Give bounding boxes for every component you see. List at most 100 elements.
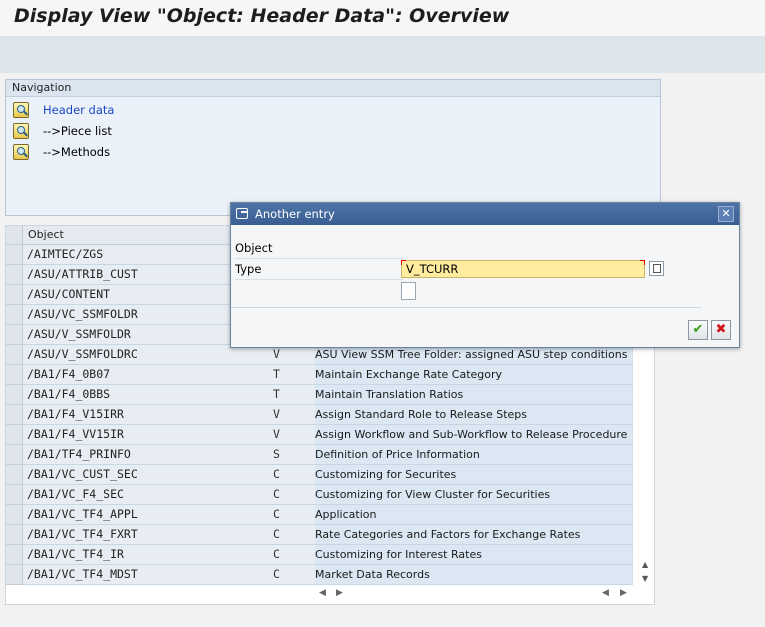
- cell-object[interactable]: /BA1/VC_TF4_APPL: [23, 505, 276, 525]
- nav-item-label[interactable]: -->Methods: [43, 145, 110, 159]
- cell-description[interactable]: ASU View SSM Tree Folder: assigned ASU s…: [315, 345, 633, 365]
- dialog-body: Object V_TCURR Type ✔ ✖: [231, 225, 739, 346]
- cell-type[interactable]: S: [271, 445, 318, 465]
- cell-type[interactable]: C: [271, 545, 318, 565]
- row-selector[interactable]: [6, 285, 23, 305]
- cell-object[interactable]: /BA1/VC_TF4_FXRT: [23, 525, 276, 545]
- object-field-label: Object: [235, 239, 403, 259]
- cell-object[interactable]: /BA1/F4_0BBS: [23, 385, 276, 405]
- row-selector[interactable]: [6, 565, 23, 585]
- cell-description[interactable]: Maintain Translation Ratios: [315, 385, 633, 405]
- cell-object[interactable]: /BA1/VC_CUST_SEC: [23, 465, 276, 485]
- cell-object[interactable]: /BA1/F4_VV15IR: [23, 425, 276, 445]
- row-selector[interactable]: [6, 485, 23, 505]
- navigation-header: Navigation: [6, 80, 660, 97]
- cell-object[interactable]: /BA1/VC_TF4_IR: [23, 545, 276, 565]
- checkmark-icon[interactable]: ✔: [688, 320, 708, 340]
- nav-item-label[interactable]: -->Piece list: [43, 124, 112, 138]
- magnifier-icon[interactable]: [13, 102, 29, 118]
- cell-type[interactable]: C: [271, 465, 318, 485]
- row-selector[interactable]: [6, 365, 23, 385]
- row-selector[interactable]: [6, 385, 23, 405]
- value-help-icon[interactable]: [649, 261, 664, 276]
- table-row[interactable]: /BA1/VC_TF4_FXRT C Rate Categories and Fac…: [6, 525, 638, 545]
- nav-item-label[interactable]: Header data: [43, 103, 114, 117]
- table-row[interactable]: /BA1/VC_TF4_MDST C Market Data Records: [6, 565, 638, 585]
- cell-type[interactable]: T: [271, 365, 318, 385]
- scroll-left-arrow-icon[interactable]: ◀: [602, 588, 609, 598]
- cell-object[interactable]: /ASU/V_SSMFOLDRC: [23, 345, 276, 365]
- cell-type[interactable]: C: [271, 505, 318, 525]
- application-toolbar: [0, 37, 765, 73]
- table-row[interactable]: /BA1/TF4_PRINFO S Definition of Price Info…: [6, 445, 638, 465]
- table-row[interactable]: /BA1/F4_V15IRR V Assign Standard Role to R…: [6, 405, 638, 425]
- magnifier-icon[interactable]: [13, 123, 29, 139]
- row-selector[interactable]: [6, 445, 23, 465]
- scroll-up-arrow-icon[interactable]: ▲: [642, 560, 648, 569]
- cell-object[interactable]: /BA1/F4_0B07: [23, 365, 276, 385]
- horizontal-scrollbar[interactable]: ◀ ▶ ◀ ▶: [6, 586, 654, 602]
- cell-description[interactable]: Assign Workflow and Sub-Workflow to Rele…: [315, 425, 633, 445]
- cell-description[interactable]: Definition of Price Information: [315, 445, 633, 465]
- dialog-divider: [231, 307, 701, 308]
- cell-description[interactable]: Maintain Exchange Rate Category: [315, 365, 633, 385]
- page-title: Display View "Object: Header Data": Over…: [14, 5, 510, 27]
- cell-type[interactable]: C: [271, 525, 318, 545]
- dialog-title: Another entry: [255, 207, 335, 221]
- cell-description[interactable]: Customizing for Securites: [315, 465, 633, 485]
- table-row[interactable]: /BA1/F4_0BBS T Maintain Translation Ratios: [6, 385, 638, 405]
- cell-object[interactable]: /BA1/TF4_PRINFO: [23, 445, 276, 465]
- table-row[interactable]: /BA1/VC_CUST_SEC C Customizing for Securit…: [6, 465, 638, 485]
- cell-description[interactable]: Rate Categories and Factors for Exchange…: [315, 525, 633, 545]
- type-field-input[interactable]: [401, 282, 416, 300]
- row-selector[interactable]: [6, 465, 23, 485]
- type-field-label: Type: [235, 260, 403, 280]
- row-selector[interactable]: [6, 265, 23, 285]
- cell-object[interactable]: /BA1/F4_V15IRR: [23, 405, 276, 425]
- table-row[interactable]: /BA1/VC_F4_SEC C Customizing for View Clus…: [6, 485, 638, 505]
- cell-type[interactable]: T: [271, 385, 318, 405]
- cell-type[interactable]: C: [271, 565, 318, 585]
- nav-item-methods[interactable]: -->Methods: [13, 143, 110, 161]
- row-selector[interactable]: [6, 525, 23, 545]
- cell-description[interactable]: Customizing for Interest Rates: [315, 545, 633, 565]
- row-selector[interactable]: [6, 405, 23, 425]
- nav-item-header-data[interactable]: Header data: [13, 101, 114, 119]
- cell-type[interactable]: V: [271, 425, 318, 445]
- title-bar: Display View "Object: Header Data": Over…: [0, 0, 765, 37]
- cell-type[interactable]: V: [271, 405, 318, 425]
- column-header-object[interactable]: Object: [28, 228, 64, 241]
- cell-description[interactable]: Application: [315, 505, 633, 525]
- magnifier-icon[interactable]: [13, 144, 29, 160]
- cell-description[interactable]: Market Data Records: [315, 565, 633, 585]
- scroll-left-arrow-icon[interactable]: ◀: [319, 588, 326, 598]
- table-row[interactable]: /BA1/F4_VV15IR V Assign Workflow and Sub-W…: [6, 425, 638, 445]
- cell-type[interactable]: V: [271, 345, 318, 365]
- entry-icon: [236, 208, 248, 219]
- table-row[interactable]: /BA1/VC_TF4_IR C Customizing for Interest …: [6, 545, 638, 565]
- row-selector[interactable]: [6, 545, 23, 565]
- scroll-down-arrow-icon[interactable]: ▼: [642, 574, 648, 583]
- nav-item-piece-list[interactable]: -->Piece list: [13, 122, 112, 140]
- row-selector[interactable]: [6, 425, 23, 445]
- scroll-right-arrow-icon[interactable]: ▶: [620, 588, 627, 598]
- close-icon[interactable]: ✕: [718, 206, 734, 222]
- row-selector[interactable]: [6, 245, 23, 265]
- cell-object[interactable]: /BA1/VC_F4_SEC: [23, 485, 276, 505]
- cell-description[interactable]: Customizing for View Cluster for Securit…: [315, 485, 633, 505]
- cell-object[interactable]: /BA1/VC_TF4_MDST: [23, 565, 276, 585]
- table-row[interactable]: /BA1/F4_0B07 T Maintain Exchange Rate Cate…: [6, 365, 638, 385]
- row-selector[interactable]: [6, 345, 23, 365]
- object-field-input[interactable]: V_TCURR: [401, 260, 645, 278]
- cell-description[interactable]: Assign Standard Role to Release Steps: [315, 405, 633, 425]
- scroll-right-arrow-icon[interactable]: ▶: [336, 588, 343, 598]
- table-row[interactable]: /BA1/VC_TF4_APPL C Application: [6, 505, 638, 525]
- cancel-x-icon[interactable]: ✖: [711, 320, 731, 340]
- select-all-cell[interactable]: [6, 226, 23, 244]
- cell-type[interactable]: C: [271, 485, 318, 505]
- table-row[interactable]: /ASU/V_SSMFOLDRC V ASU View SSM Tree Folde…: [6, 345, 638, 365]
- row-selector[interactable]: [6, 325, 23, 345]
- navigation-panel: Navigation Header data -->Piece list -->…: [5, 79, 661, 216]
- row-selector[interactable]: [6, 305, 23, 325]
- row-selector[interactable]: [6, 505, 23, 525]
